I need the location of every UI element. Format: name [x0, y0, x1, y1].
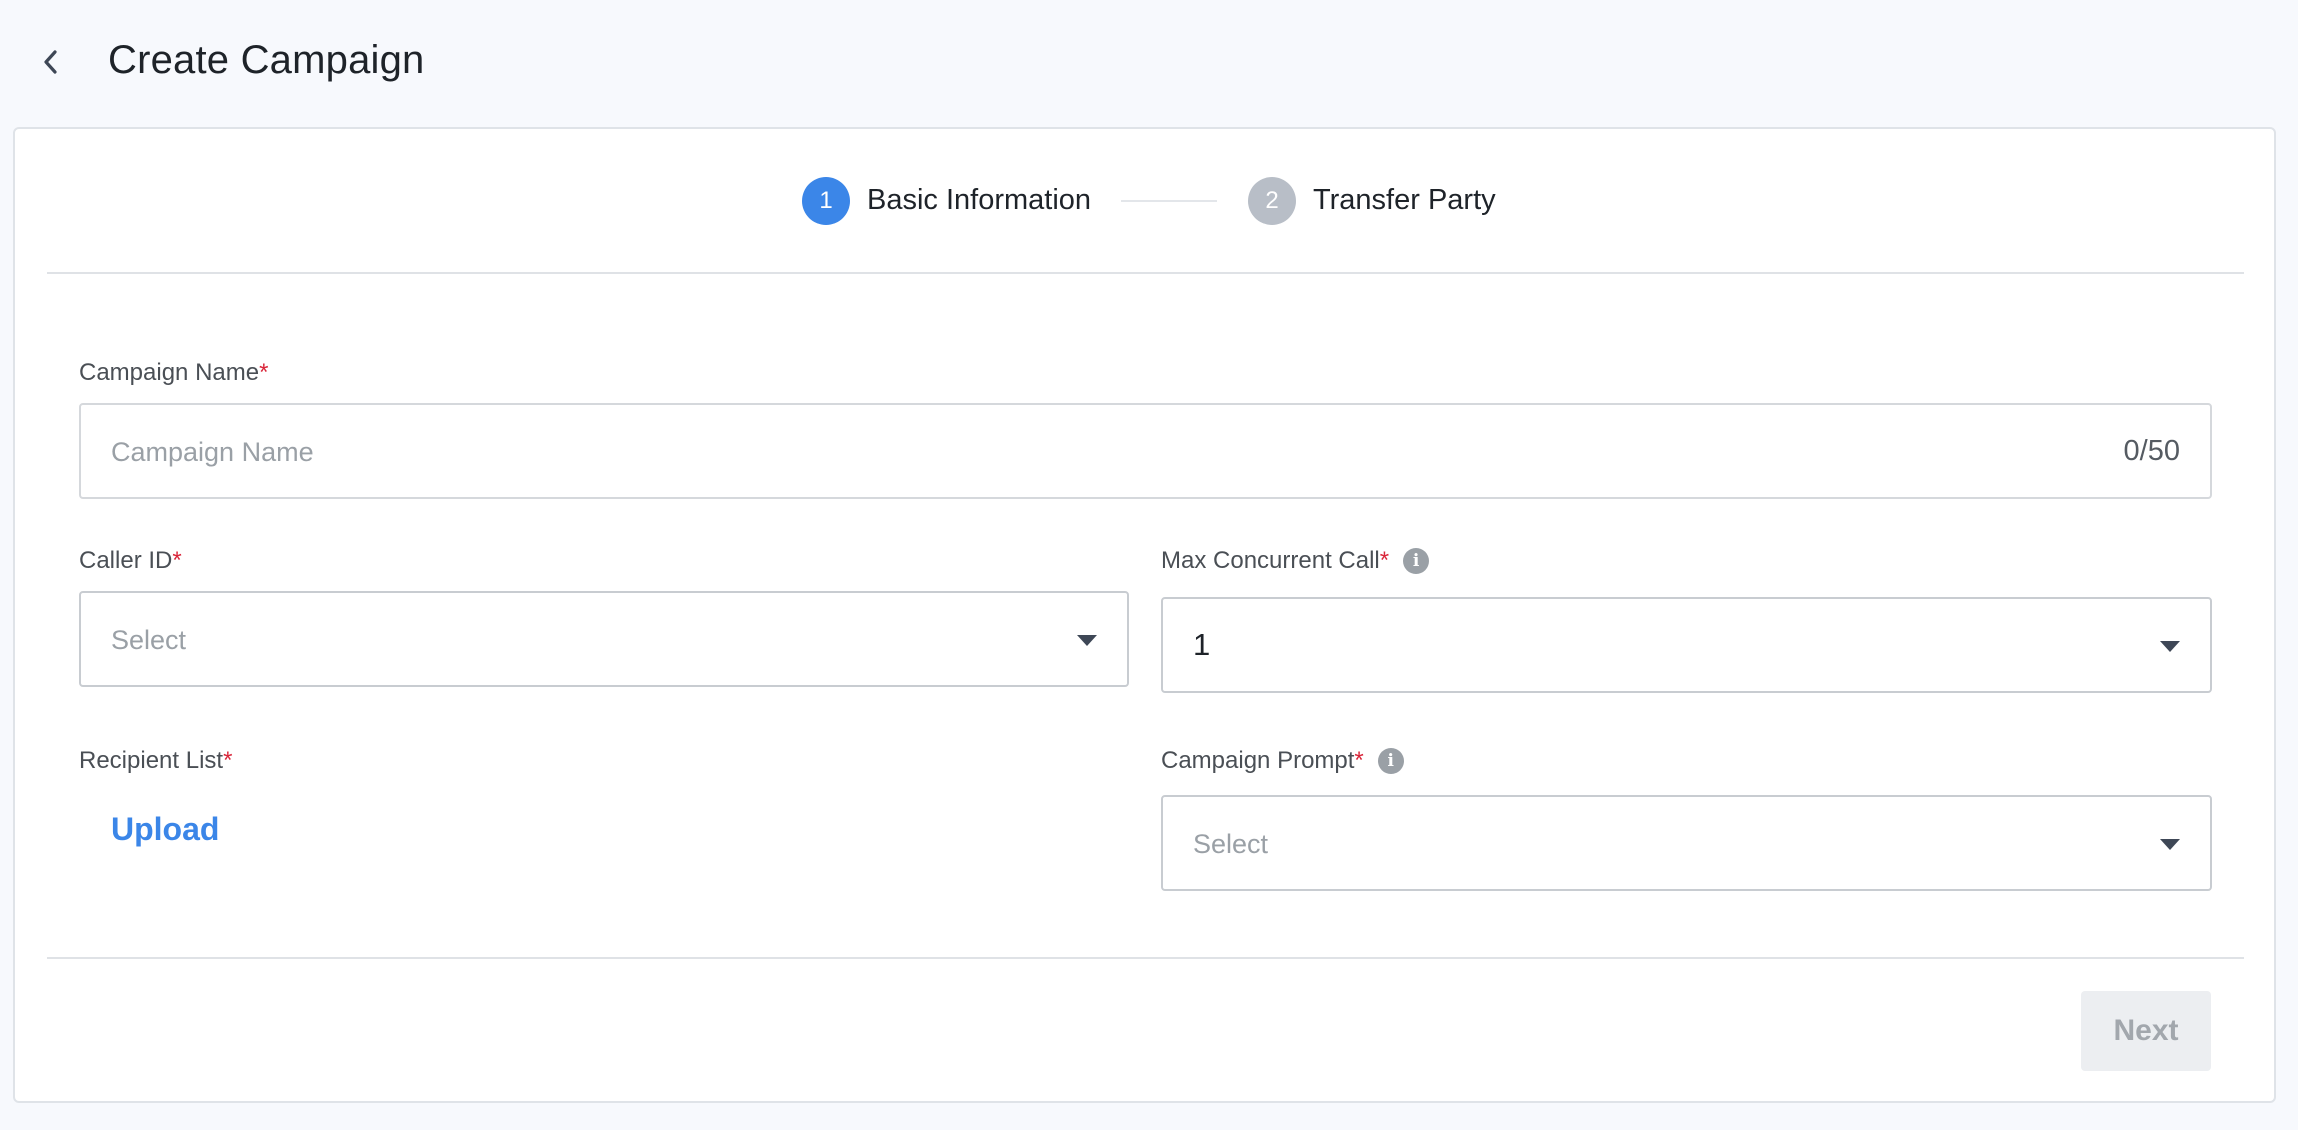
next-button[interactable]: Next: [2081, 991, 2211, 1071]
stepper: 1 Basic Information 2 Transfer Party: [15, 129, 2274, 274]
campaign-name-input[interactable]: Campaign Name 0/50: [79, 403, 2212, 499]
chevron-left-icon: [44, 50, 57, 74]
required-mark: *: [223, 747, 233, 774]
character-counter: 0/50: [2123, 435, 2180, 467]
recipient-list-label: Recipient List*: [79, 747, 232, 775]
chevron-down-icon: [2160, 641, 2180, 652]
upload-link[interactable]: Upload: [111, 811, 219, 848]
step-2-circle: 2: [1248, 177, 1296, 225]
page-header: Create Campaign: [0, 0, 2298, 126]
campaign-prompt-select[interactable]: Select: [1161, 795, 2212, 891]
max-concurrent-call-value: 1: [1193, 627, 1211, 662]
footer-divider: [47, 957, 2244, 959]
header-divider: [47, 272, 2244, 274]
caller-id-select[interactable]: Select: [79, 591, 1129, 687]
create-campaign-card: 1 Basic Information 2 Transfer Party Cam…: [13, 127, 2276, 1103]
step-connector: [1121, 200, 1217, 202]
campaign-name-label: Campaign Name*: [79, 359, 268, 387]
campaign-prompt-label: Campaign Prompt* i: [1161, 747, 1404, 775]
chevron-down-icon: [2160, 839, 2180, 850]
chevron-down-icon: [1077, 635, 1097, 646]
max-concurrent-call-select[interactable]: 1: [1161, 597, 2212, 693]
campaign-name-placeholder: Campaign Name: [111, 437, 314, 467]
campaign-name-label-text: Campaign Name: [79, 359, 260, 386]
caller-id-label-text: Caller ID: [79, 547, 173, 574]
step-1-number: 1: [819, 187, 833, 214]
caller-id-label: Caller ID*: [79, 547, 182, 575]
required-mark: *: [172, 547, 182, 574]
campaign-prompt-label-text: Campaign Prompt: [1161, 747, 1355, 774]
max-concurrent-call-label: Max Concurrent Call* i: [1161, 547, 1430, 575]
back-button[interactable]: [34, 40, 68, 84]
step-1-circle: 1: [802, 177, 850, 225]
step-2-number: 2: [1265, 187, 1279, 214]
step-2-label: Transfer Party: [1313, 184, 1496, 216]
max-concurrent-call-label-text: Max Concurrent Call: [1161, 547, 1380, 574]
info-icon[interactable]: i: [1403, 548, 1430, 574]
recipient-list-label-text: Recipient List: [79, 747, 224, 774]
info-icon[interactable]: i: [1377, 748, 1404, 774]
campaign-prompt-placeholder: Select: [1193, 829, 1269, 859]
required-mark: *: [1379, 547, 1390, 574]
required-mark: *: [259, 359, 269, 386]
page-title: Create Campaign: [108, 38, 425, 82]
step-1-label: Basic Information: [867, 184, 1092, 216]
required-mark: *: [1354, 747, 1364, 774]
caller-id-placeholder: Select: [111, 625, 187, 655]
